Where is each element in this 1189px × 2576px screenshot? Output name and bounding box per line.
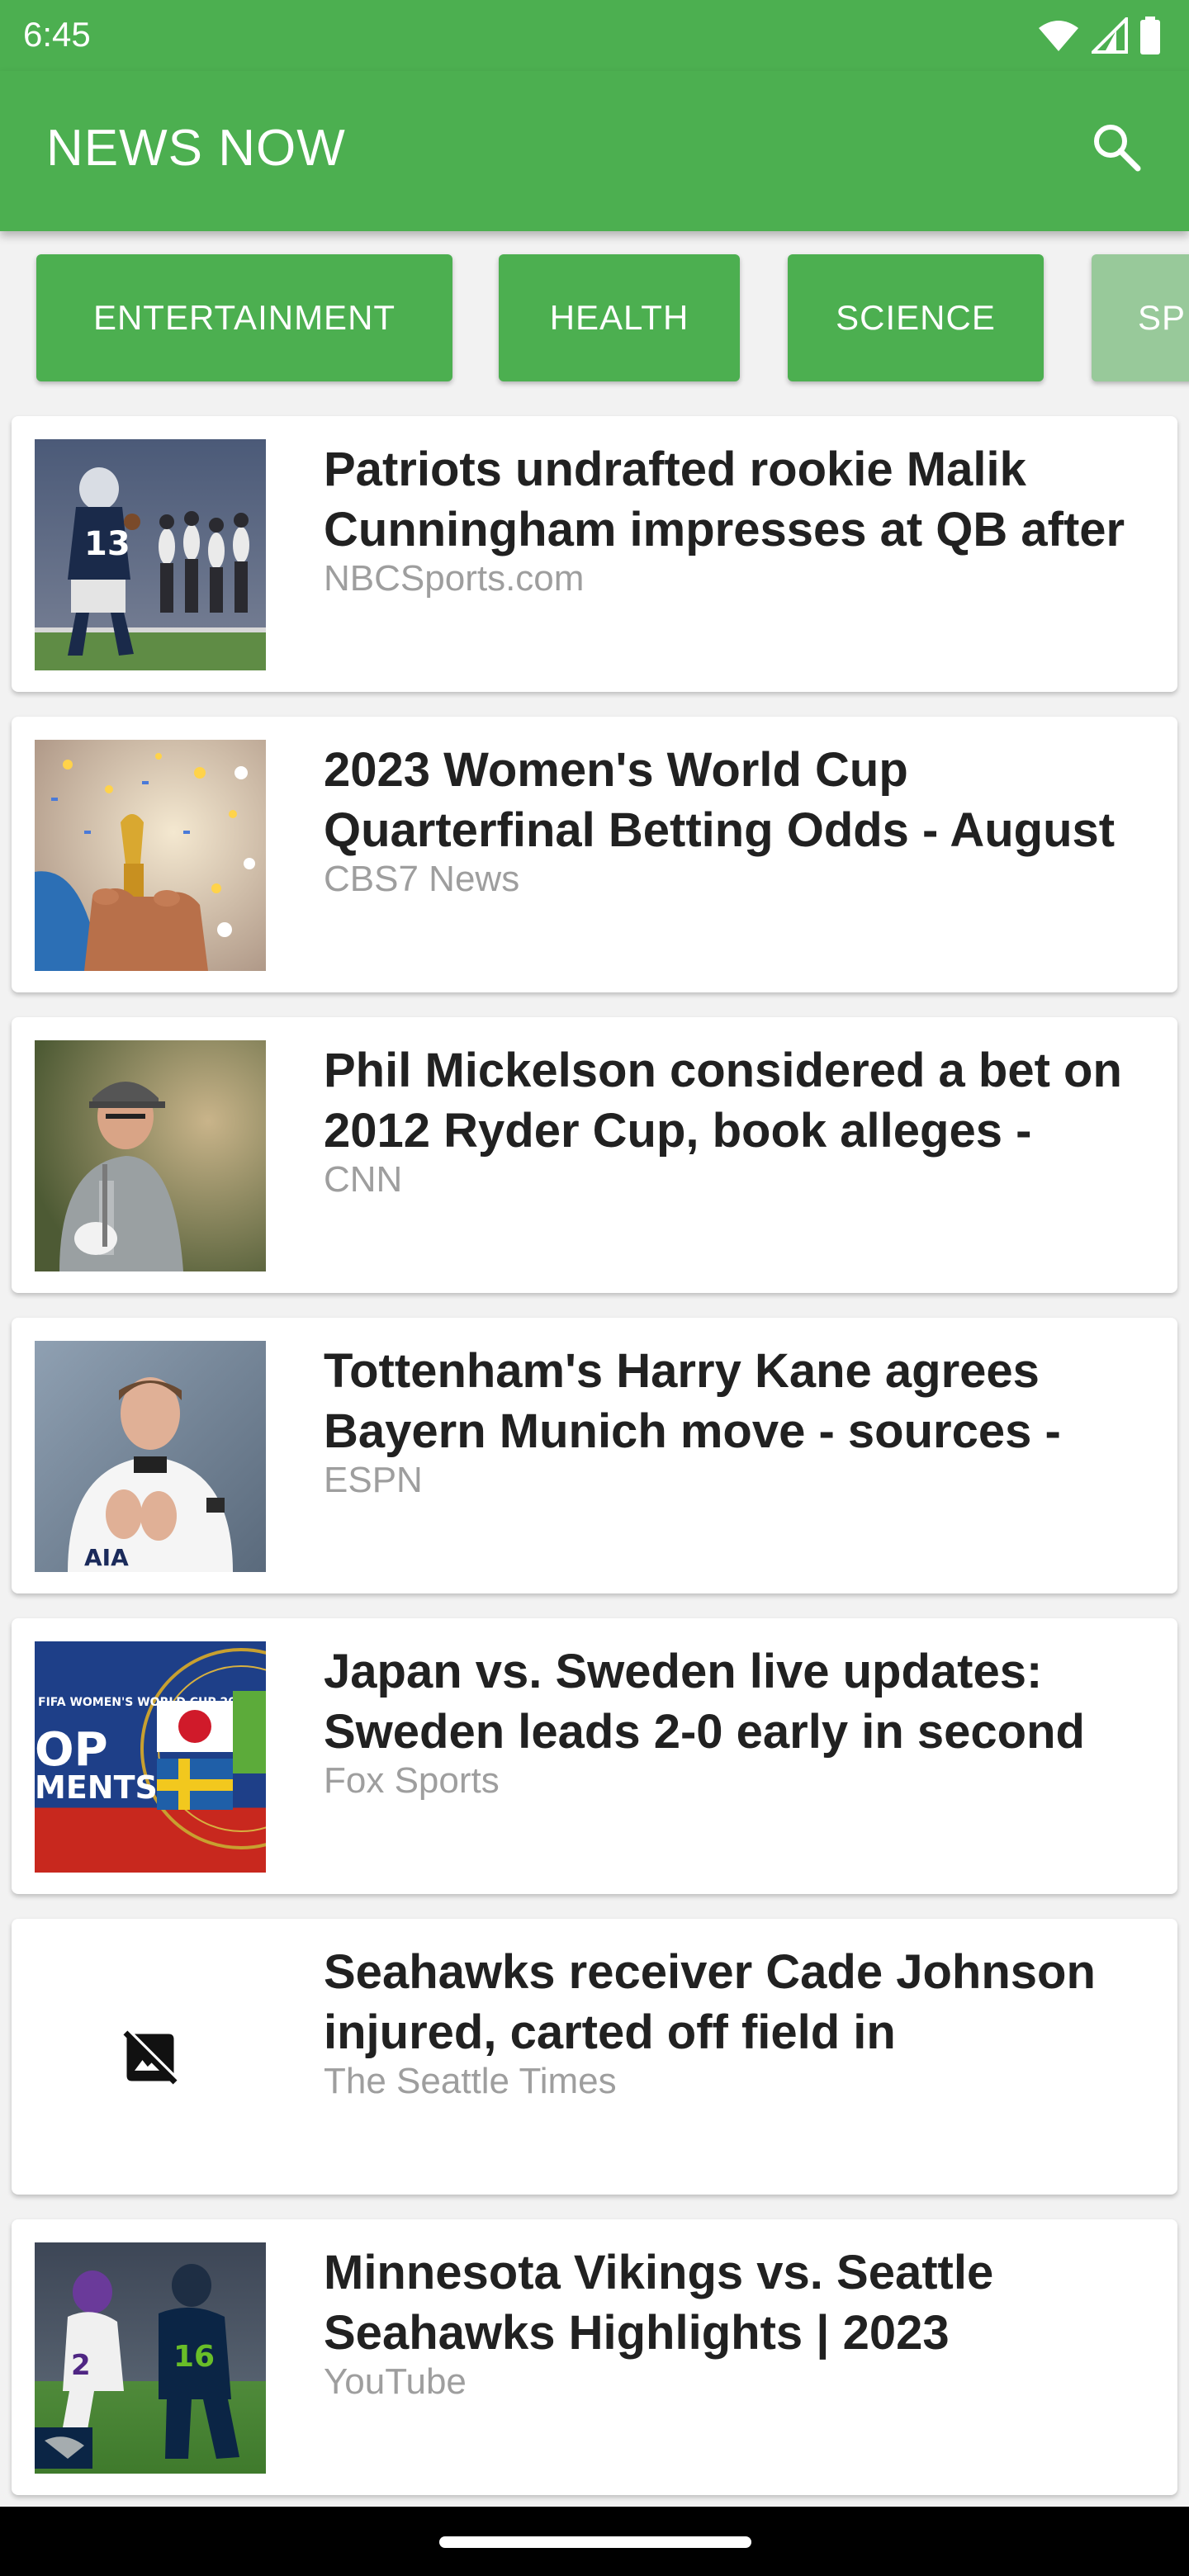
category-chip-entertainment[interactable]: ENTERTAINMENT: [36, 254, 452, 381]
status-icons: [1037, 15, 1161, 56]
vikings-seahawks-photo: 2 16: [35, 2242, 266, 2474]
category-chip-health[interactable]: HEALTH: [499, 254, 740, 381]
category-tabs: ENTERTAINMENT HEALTH SCIENCE SP: [0, 231, 1189, 413]
article-source: ESPN: [324, 1460, 423, 1500]
news-card[interactable]: Phil Mickelson considered a bet on 2012 …: [12, 1017, 1177, 1293]
article-source: Fox Sports: [324, 1760, 500, 1801]
golfer-photo: [35, 1040, 266, 1271]
no-image-icon: [123, 2030, 178, 2085]
article-headline: Patriots undrafted rookie Malik Cunningh…: [324, 443, 1125, 556]
system-nav-bar: [0, 2507, 1189, 2576]
article-thumbnail: AIA: [35, 1341, 266, 1572]
news-card[interactable]: AIA Tottenham's Harry Kane agrees Bayern…: [12, 1318, 1177, 1593]
trophy-celebration-photo: [35, 740, 266, 971]
news-card[interactable]: FIFA WOMEN'S WORLD CUP 2023 OP MENTS Jap…: [12, 1618, 1177, 1894]
japan-sweden-graphic: FIFA WOMEN'S WORLD CUP 2023 OP MENTS: [35, 1641, 266, 1873]
news-card[interactable]: 13 Patriots undrafted rookie Malik Cunni…: [12, 416, 1177, 692]
article-source: CBS7 News: [324, 859, 520, 899]
news-card[interactable]: Seahawks receiver Cade Johnson injured, …: [12, 1919, 1177, 2195]
soccer-player-photo: AIA: [35, 1341, 266, 1572]
news-card[interactable]: 2 16 Minnesota Vikings vs. Seattle Seaha…: [12, 2219, 1177, 2495]
category-chip-sports[interactable]: SP: [1092, 254, 1189, 381]
svg-text:13: 13: [84, 525, 130, 563]
svg-text:AIA: AIA: [84, 1544, 129, 1571]
article-headline: Seahawks receiver Cade Johnson injured, …: [324, 1945, 1096, 2059]
search-button[interactable]: [1073, 104, 1159, 190]
app-title: NEWS NOW: [46, 120, 346, 177]
article-thumbnail: FIFA WOMEN'S WORLD CUP 2023 OP MENTS: [35, 1641, 266, 1873]
svg-text:16: 16: [173, 2340, 215, 2374]
article-thumbnail: [35, 1040, 266, 1271]
article-thumbnail: 2 16: [35, 2242, 266, 2474]
svg-text:2: 2: [71, 2349, 91, 2382]
category-chip-science[interactable]: SCIENCE: [788, 254, 1044, 381]
article-headline: 2023 Women's World Cup Quarterfinal Bett…: [324, 743, 1116, 857]
article-thumbnail: [35, 1942, 266, 2173]
wifi-icon: [1039, 21, 1078, 51]
news-card[interactable]: 2023 Women's World Cup Quarterfinal Bett…: [12, 717, 1177, 992]
article-source: YouTube: [324, 2361, 467, 2402]
article-thumbnail: 13: [35, 439, 266, 670]
signal-icon: [1092, 17, 1128, 54]
search-icon[interactable]: [1090, 121, 1143, 173]
article-headline: Minnesota Vikings vs. Seattle Seahawks H…: [324, 2246, 994, 2360]
app-bar: NEWS NOW: [0, 71, 1189, 231]
article-headline: Japan vs. Sweden live updates: Sweden le…: [324, 1645, 1085, 1759]
article-source: The Seattle Times: [324, 2061, 617, 2101]
football-player-photo: 13: [35, 439, 266, 670]
status-bar: 6:45: [0, 0, 1189, 71]
battery-icon: [1140, 17, 1160, 54]
status-time: 6:45: [23, 15, 91, 54]
article-headline: Tottenham's Harry Kane agrees Bayern Mun…: [324, 1344, 1061, 1458]
article-thumbnail: [35, 740, 266, 971]
article-headline: Phil Mickelson considered a bet on 2012 …: [324, 1044, 1122, 1158]
home-gesture-handle[interactable]: [439, 2536, 751, 2548]
article-source: CNN: [324, 1159, 403, 1200]
graphic-line2: MENTS: [35, 1769, 158, 1806]
article-source: NBCSports.com: [324, 558, 585, 599]
